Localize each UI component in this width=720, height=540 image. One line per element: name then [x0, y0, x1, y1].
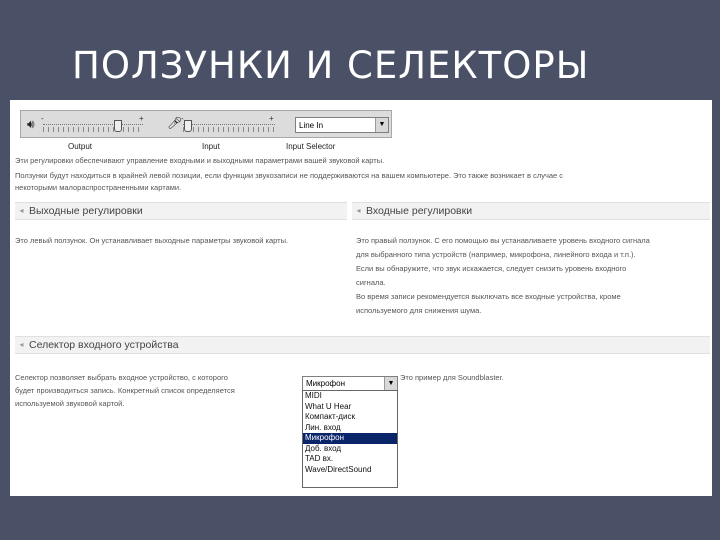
input-text-2: для выбранного типа устройств (например,…	[356, 250, 636, 259]
device-option[interactable]: TAD вх.	[303, 454, 397, 465]
intro-line-1: Эти регулировки обеспечивают управление …	[15, 156, 385, 165]
section-arrow-icon: ◂	[356, 206, 361, 215]
device-select-value: Микрофон	[306, 379, 345, 388]
input-plus: +	[269, 114, 274, 123]
input-text-1: Это правый ползунок. С его помощью вы ус…	[356, 236, 650, 245]
input-text-5: Во время записи рекомендуется выключать …	[356, 292, 621, 301]
chevron-down-icon[interactable]: ▼	[384, 377, 397, 390]
device-select[interactable]: Микрофон ▼	[302, 376, 398, 391]
input-caption: Input	[202, 142, 220, 151]
output-section-header: ◂ Выходные регулировки	[15, 202, 347, 220]
screenshot-panel: 🔊︎ - + 🎤︎ - + Line In ▼ Output Input Inp…	[10, 100, 712, 496]
device-option[interactable]: What U Hear	[303, 402, 397, 413]
device-dropdown-list: MIDI What U Hear Компакт-диск Лин. вход Микр…	[302, 390, 398, 488]
slide-title: ПОЛЗУНКИ И СЕЛЕКТОРЫ	[72, 44, 590, 87]
output-caption: Output	[68, 142, 93, 151]
device-option[interactable]: Wave/DirectSound	[303, 465, 397, 476]
device-option[interactable]: Доб. вход	[303, 444, 397, 455]
input-section-title: Входные регулировки	[366, 205, 473, 217]
chevron-down-icon[interactable]: ▼	[375, 118, 388, 132]
section-arrow-icon: ◂	[19, 206, 24, 215]
selector-text-1: Селектор позволяет выбрать входное устро…	[15, 373, 228, 382]
microphone-icon: 🎤︎	[167, 116, 183, 130]
input-text-3: Если вы обнаружите, что звук искажается,…	[356, 264, 627, 273]
output-section-title: Выходные регулировки	[29, 205, 143, 217]
output-minus: -	[41, 114, 44, 123]
intro-line-2: Ползунки будут находиться в крайней лево…	[15, 171, 564, 180]
soundblaster-note: Это пример для Soundblaster.	[400, 373, 504, 382]
selector-section-title: Селектор входного устройства	[29, 339, 179, 351]
input-text-4: сигнала.	[356, 278, 386, 287]
output-slider-thumb[interactable]	[114, 120, 122, 132]
input-text-6: используемого для снижения шума.	[356, 306, 482, 315]
device-option[interactable]: MIDI	[303, 391, 397, 402]
output-track	[43, 124, 143, 125]
input-selector-caption: Input Selector	[286, 142, 336, 151]
mixer-toolbar: 🔊︎ - + 🎤︎ - + Line In ▼	[20, 110, 392, 138]
section-arrow-icon: ◂	[19, 340, 24, 349]
input-selector-value: Line In	[299, 121, 324, 130]
input-track	[183, 124, 275, 125]
input-slider-thumb[interactable]	[183, 120, 192, 132]
intro-line-3: некоторыми малораспространенными картами…	[15, 183, 182, 192]
output-ticks	[43, 127, 143, 132]
input-selector-dropdown[interactable]: Line In ▼	[295, 117, 389, 133]
output-plus: +	[139, 114, 144, 123]
device-option[interactable]: Лин. вход	[303, 423, 397, 434]
selector-text-3: используемой звуковой картой.	[15, 399, 125, 408]
input-section-header: ◂ Входные регулировки	[352, 202, 710, 220]
selector-section-header: ◂ Селектор входного устройства	[15, 336, 710, 354]
device-option[interactable]: Компакт-диск	[303, 412, 397, 423]
device-option[interactable]: Микрофон	[303, 433, 397, 444]
selector-text-2: будет производиться запись. Конкретный с…	[15, 386, 235, 395]
input-ticks	[183, 127, 275, 132]
output-section-text: Это левый ползунок. Он устанавливает вых…	[15, 236, 289, 245]
speaker-icon: 🔊︎	[27, 117, 35, 131]
